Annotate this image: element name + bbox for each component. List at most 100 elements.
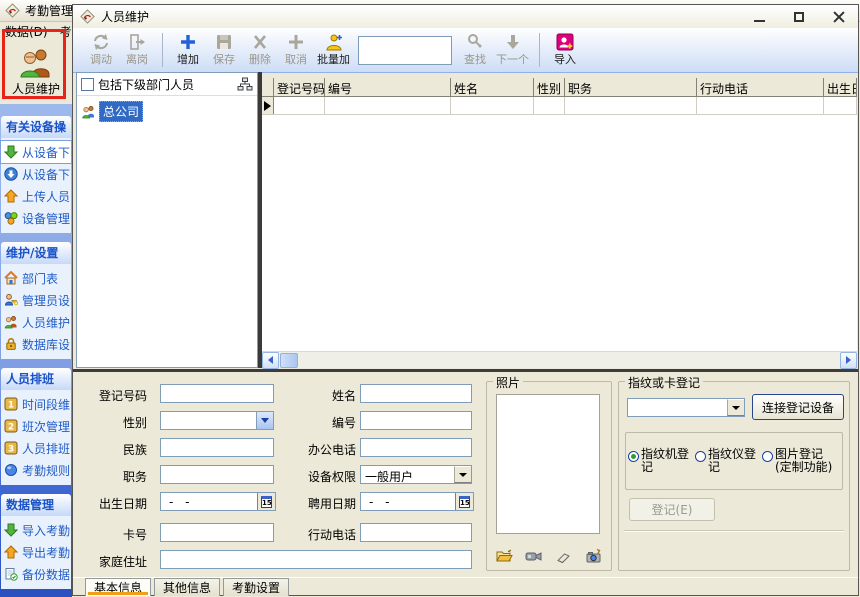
tree-header: 包括下级部门人员 [77, 73, 257, 96]
column-header-reg-no[interactable]: 登记号码 [274, 78, 325, 96]
mobile-phone-field[interactable] [360, 523, 472, 542]
close-button[interactable] [826, 7, 852, 27]
nav-header-device-ops[interactable]: 有关设备操 [1, 116, 71, 138]
cancel-button[interactable]: 取消 [278, 33, 314, 67]
nav-item-download-from-device-2[interactable]: 从设备下 [1, 163, 71, 185]
save-button[interactable]: 保存 [206, 33, 242, 67]
reg-no-field[interactable] [160, 384, 274, 403]
capture-video-button[interactable] [523, 546, 545, 566]
leave-post-button[interactable]: 离岗 [119, 33, 155, 67]
column-header-name[interactable]: 姓名 [451, 78, 534, 96]
name-field[interactable] [360, 384, 472, 403]
org-chart-icon[interactable] [237, 77, 253, 92]
column-header-mobile[interactable]: 行动电话 [697, 78, 824, 96]
scroll-left-button[interactable] [262, 352, 279, 369]
add-button[interactable]: 增加 [170, 33, 206, 67]
dropdown-arrow-icon[interactable] [454, 466, 471, 483]
name-label: 姓名 [288, 387, 356, 404]
tab-attendance-settings[interactable]: 考勤设置 [223, 578, 289, 596]
toolbar-button-label: 删除 [249, 51, 271, 67]
background-window-title: 考勤管理 [25, 2, 73, 19]
nav-item-device-management[interactable]: 设备管理 [1, 207, 71, 229]
scrollbar-thumb[interactable] [280, 353, 298, 368]
nav-item-attendance-rules[interactable]: 考勤规则 [1, 459, 71, 481]
nav-item-label: 班次管理 [22, 418, 70, 435]
nav-item-upload-personnel[interactable]: 上传人员 [1, 185, 71, 207]
open-photo-button[interactable] [493, 546, 515, 566]
find-button[interactable]: 查找 [457, 33, 493, 67]
column-header-gender[interactable]: 性别 [534, 78, 565, 96]
photo-groupbox: 照片 [486, 381, 612, 571]
menu-data[interactable]: 数据(D) [5, 23, 48, 40]
hire-date-field[interactable]: - - 15 [360, 492, 474, 511]
nav-item-shift-management[interactable]: 2 班次管理 [1, 415, 71, 437]
radio-fingerprint-reader[interactable]: 指纹仪登记 [695, 448, 760, 474]
svg-text:2: 2 [8, 423, 14, 433]
erase-photo-button[interactable] [553, 546, 575, 566]
delete-button[interactable]: 删除 [242, 33, 278, 67]
device-privilege-combobox[interactable]: 一般用户 [360, 465, 472, 484]
ethnicity-field[interactable] [160, 438, 274, 457]
grid-empty-row[interactable] [262, 97, 857, 115]
grid-header-row: 登记号码 编号 姓名 性别 职务 行动电话 出生日期 [262, 78, 857, 97]
gender-combobox[interactable] [160, 411, 274, 430]
tab-basic-info[interactable]: 基本信息 [85, 578, 151, 596]
nav-item-import-attendance[interactable]: 导入考勤 [1, 519, 71, 541]
nav-header-personnel-scheduling[interactable]: 人员排班 [1, 368, 71, 390]
menu-attendance[interactable]: 考 [60, 23, 72, 40]
number-field[interactable] [360, 411, 472, 430]
birth-date-picker-button[interactable]: 15 [257, 493, 275, 510]
menu-bar: 数据(D) 考 [0, 22, 72, 40]
office-phone-field[interactable] [360, 438, 472, 457]
register-button[interactable]: 登记(E) [629, 498, 715, 521]
batch-add-person-icon [324, 33, 344, 51]
dropdown-arrow-icon[interactable] [727, 399, 744, 416]
nav-header-data-management[interactable]: 数据管理 [1, 494, 71, 516]
transfer-button[interactable]: 调动 [83, 33, 119, 67]
connect-device-button[interactable]: 连接登记设备 [752, 394, 844, 420]
personnel-maintenance-toolbar-button[interactable]: 人员维护 [4, 42, 68, 102]
chevron-down-icon[interactable] [256, 412, 273, 429]
import-button[interactable]: 导入 [547, 33, 583, 67]
position-field[interactable] [160, 465, 274, 484]
nav-item-department-table[interactable]: 部门表 [1, 267, 71, 289]
column-header-number[interactable]: 编号 [325, 78, 451, 96]
nav-item-personnel-maintenance[interactable]: 人员维护 [1, 311, 71, 333]
radio-picture-registration[interactable]: 图片登记(定制功能) [762, 448, 839, 474]
column-header-position[interactable]: 职务 [565, 78, 697, 96]
device-combobox[interactable] [627, 398, 745, 417]
scroll-right-button[interactable] [840, 352, 857, 369]
include-sub-departments-checkbox[interactable] [81, 78, 94, 91]
tab-other-info[interactable]: 其他信息 [154, 578, 220, 596]
window-titlebar[interactable]: 人员维护 [73, 5, 858, 28]
tree-node-head-office[interactable]: 总公司 [77, 101, 257, 122]
capture-photo-button[interactable] [583, 546, 605, 566]
minimize-button[interactable] [746, 7, 772, 27]
next-down-arrow-icon [503, 33, 523, 51]
card-no-field[interactable] [160, 523, 274, 542]
nav-header-maintenance-settings[interactable]: 维护/设置 [1, 242, 71, 264]
grid-horizontal-scrollbar[interactable] [262, 351, 857, 368]
navigation-pane: 有关设备操 从设备下 从设备下 上传人员 设备管理 [0, 104, 72, 597]
svg-text:3: 3 [8, 445, 14, 455]
birth-date-field[interactable]: - - 15 [160, 492, 276, 511]
search-input[interactable] [358, 36, 452, 65]
badge-2-icon: 2 [4, 419, 18, 433]
batch-add-button[interactable]: 批量加 [314, 33, 353, 67]
nav-item-export-attendance[interactable]: 导出考勤 [1, 541, 71, 563]
hire-date-picker-button[interactable]: 15 [455, 493, 473, 510]
nav-item-backup-data[interactable]: 备份数据 [1, 563, 71, 585]
nav-item-time-period[interactable]: 1 时间段维 [1, 393, 71, 415]
nav-item-admin-settings[interactable]: 管理员设 [1, 289, 71, 311]
nav-item-personnel-schedule[interactable]: 3 人员排班 [1, 437, 71, 459]
column-header-birthdate[interactable]: 出生日期 [824, 78, 857, 96]
nav-item-database-settings[interactable]: 数据库设 [1, 333, 71, 355]
tree-node-label: 总公司 [99, 101, 143, 122]
radio-fingerprint-machine[interactable]: 指纹机登记 [628, 448, 693, 474]
home-address-field[interactable] [160, 550, 472, 569]
maximize-button[interactable] [786, 7, 812, 27]
next-button[interactable]: 下一个 [493, 33, 532, 67]
reg-no-label: 登记号码 [79, 387, 147, 404]
device-manager-icon [4, 211, 18, 225]
nav-item-download-from-device-1[interactable]: 从设备下 [1, 141, 71, 163]
